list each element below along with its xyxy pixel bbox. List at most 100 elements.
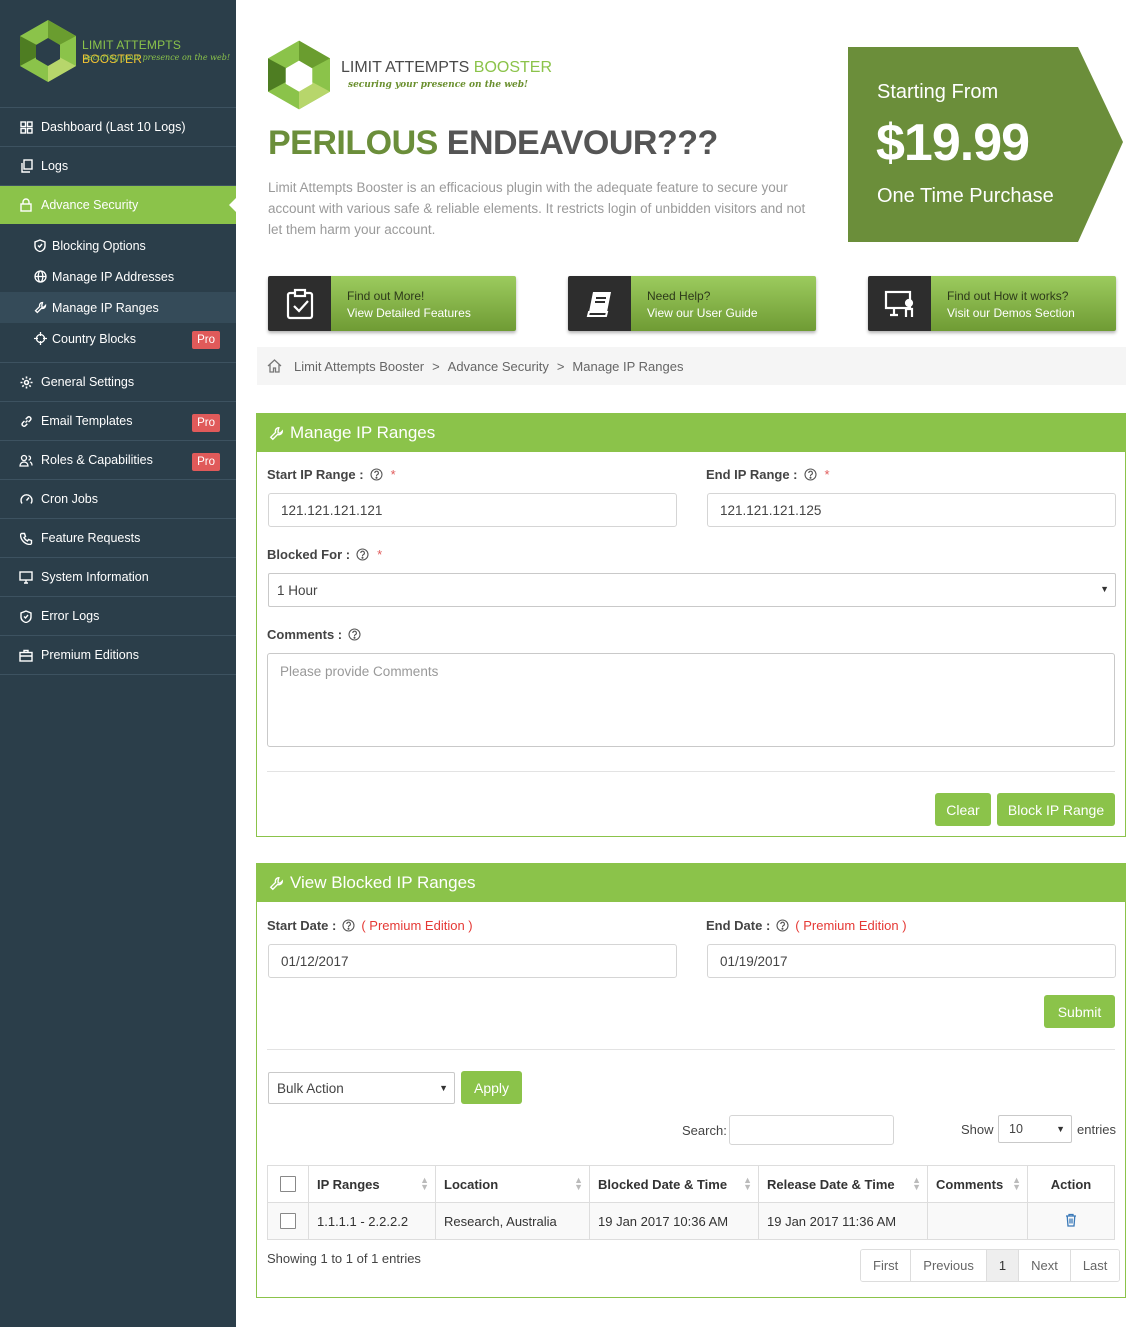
sidebar-sub-label: Manage IP Ranges (52, 300, 159, 315)
sidebar-item-label: System Information (41, 570, 149, 584)
page-next-button[interactable]: Next (1019, 1250, 1071, 1281)
cta-line2: View Detailed Features (347, 306, 471, 320)
sidebar-item-label: Error Logs (41, 609, 100, 623)
cta-user-guide[interactable]: Need Help? View our User Guide (568, 276, 816, 331)
sidebar-item-label: Email Templates (41, 414, 133, 428)
sidebar-item-advance-security[interactable]: Advance Security (0, 186, 237, 224)
sidebar-item-label: Roles & Capabilities (41, 453, 153, 467)
submit-button[interactable]: Submit (1044, 995, 1115, 1028)
select-all-cell (267, 1165, 309, 1203)
sidebar-item-system-information[interactable]: System Information (0, 558, 236, 597)
table-header-row: IP Ranges ▲ ▼ Location ▲ ▼ Blocked Date & Ti… (267, 1165, 1115, 1203)
sidebar-item-label: General Settings (41, 375, 135, 389)
show-label: Show (961, 1122, 994, 1137)
page-size-select[interactable]: 10 ▼ (998, 1115, 1072, 1143)
sidebar-item-manage-ip-ranges[interactable]: Manage IP Ranges (0, 292, 236, 323)
page-previous-button[interactable]: Previous (911, 1250, 987, 1281)
chevron-down-icon: ▼ (1056, 1124, 1065, 1134)
page-number-button[interactable]: 1 (986, 1250, 1020, 1281)
wrench-icon (269, 426, 284, 441)
end-ip-input[interactable]: 121.121.121.125 (707, 493, 1116, 527)
sidebar-item-feature-requests[interactable]: Feature Requests (0, 519, 236, 558)
banner-brand: LIMIT ATTEMPTS BOOSTER (341, 59, 552, 76)
apply-button[interactable]: Apply (461, 1071, 522, 1104)
cta-line1: Need Help? (647, 289, 711, 303)
sidebar-item-error-logs[interactable]: Error Logs (0, 597, 236, 636)
clear-button[interactable]: Clear (935, 793, 991, 826)
column-header-blocked-date[interactable]: Blocked Date & Time ▲ ▼ (589, 1165, 759, 1203)
sidebar-item-roles[interactable]: Roles & Capabilities Pro (0, 441, 236, 480)
table-row: 1.1.1.1 - 2.2.2.2 Research, Australia 19… (267, 1202, 1115, 1240)
globe-icon (33, 270, 47, 284)
breadcrumb-item[interactable]: Limit Attempts Booster (294, 359, 424, 374)
select-all-checkbox[interactable] (280, 1176, 296, 1193)
view-blocked-ranges-panel: View Blocked IP Ranges Start Date : ( Pr… (256, 863, 1126, 1298)
location-cell: Research, Australia (435, 1202, 590, 1240)
logo-icon (20, 20, 76, 82)
page-first-button[interactable]: First (861, 1250, 912, 1281)
start-ip-input[interactable]: 121.121.121.121 (268, 493, 677, 527)
sidebar-tagline: securing your presence on the web! (84, 53, 231, 62)
phone-icon (18, 530, 34, 546)
sort-icon: ▲ ▼ (1012, 1175, 1021, 1192)
help-icon[interactable] (370, 468, 383, 481)
blocked-for-select[interactable]: 1 Hour ▼ (268, 573, 1116, 607)
sidebar-item-general-settings[interactable]: General Settings (0, 363, 236, 402)
help-icon[interactable] (348, 628, 361, 641)
panel-header: Manage IP Ranges (257, 414, 1125, 452)
search-input[interactable] (729, 1115, 894, 1145)
block-ip-range-button[interactable]: Block IP Range (997, 793, 1115, 826)
breadcrumb-item[interactable]: Advance Security (448, 359, 549, 374)
sidebar-sub-label: Country Blocks (52, 331, 137, 346)
panel-header: View Blocked IP Ranges (257, 864, 1125, 902)
end-date-label: End Date : ( Premium Edition ) (706, 918, 907, 933)
cta-demos[interactable]: Find out How it works? Visit our Demos Se… (868, 276, 1116, 331)
price-box[interactable]: Starting From $19.99 One Time Purchase (848, 47, 1123, 242)
cta-line1: Find out More! (347, 289, 425, 303)
comments-textarea[interactable]: Please provide Comments (267, 653, 1115, 747)
cta-line1: Find out How it works? (947, 289, 1069, 303)
end-date-input[interactable]: 01/19/2017 (707, 944, 1116, 978)
cta-detailed-features[interactable]: Find out More! View Detailed Features (268, 276, 516, 331)
banner-blurb: Limit Attempts Booster is an efficacious… (268, 180, 806, 237)
chevron-down-icon: ▼ (1100, 584, 1109, 594)
breadcrumb-item-current: Manage IP Ranges (572, 358, 684, 374)
sidebar-item-label: Premium Editions (41, 648, 139, 662)
entries-label: entries (1077, 1122, 1117, 1137)
trash-icon[interactable] (1065, 1213, 1077, 1227)
column-header-release-date[interactable]: Release Date & Time ▲ ▼ (758, 1165, 928, 1203)
bulk-action-select[interactable]: Bulk Action ▼ (268, 1072, 455, 1104)
shield-icon (18, 608, 34, 624)
help-icon[interactable] (342, 919, 355, 932)
sort-icon: ▲ ▼ (574, 1175, 583, 1192)
pro-badge: Pro (192, 331, 220, 349)
start-ip-label: Start IP Range : * (267, 467, 396, 482)
divider (267, 1049, 1115, 1050)
banner-logo[interactable]: LIMIT ATTEMPTS BOOSTER securing your pre… (268, 40, 552, 113)
briefcase-icon (18, 647, 34, 663)
row-checkbox[interactable] (280, 1213, 296, 1230)
price-label: Starting From (877, 81, 999, 103)
help-icon[interactable] (803, 468, 817, 481)
column-header-comments[interactable]: Comments ▲ ▼ (927, 1165, 1028, 1203)
home-icon[interactable] (267, 359, 282, 373)
sidebar-item-dashboard[interactable]: Dashboard (Last 10 Logs) (0, 108, 236, 147)
sidebar-item-cron-jobs[interactable]: Cron Jobs (0, 480, 236, 519)
help-icon[interactable] (776, 919, 789, 932)
sidebar-item-premium-editions[interactable]: Premium Editions (0, 636, 236, 675)
comments-cell (927, 1202, 1028, 1240)
page-last-button[interactable]: Last (1070, 1250, 1120, 1281)
column-header-location[interactable]: Location ▲ ▼ (435, 1165, 590, 1203)
sidebar-item-logs[interactable]: Logs (0, 147, 236, 186)
column-header-ip-ranges[interactable]: IP Ranges ▲ ▼ (308, 1165, 436, 1203)
sidebar-item-manage-ip-addresses[interactable]: Manage IP Addresses (0, 261, 236, 292)
help-icon[interactable] (356, 548, 369, 561)
sidebar-sub-label: Manage IP Addresses (52, 269, 175, 284)
sidebar: LIMIT ATTEMPTS BOOSTER securing your pre… (0, 0, 237, 1327)
start-date-input[interactable]: 01/12/2017 (268, 944, 677, 978)
sidebar-item-blocking-options[interactable]: Blocking Options (0, 230, 236, 261)
sidebar-item-country-blocks[interactable]: Country Blocks Pro (0, 323, 236, 354)
sidebar-item-email-templates[interactable]: Email Templates Pro (0, 402, 236, 441)
sidebar-item-label: Feature Requests (41, 531, 141, 545)
sidebar-logo[interactable]: LIMIT ATTEMPTS BOOSTER securing your pre… (0, 0, 236, 108)
